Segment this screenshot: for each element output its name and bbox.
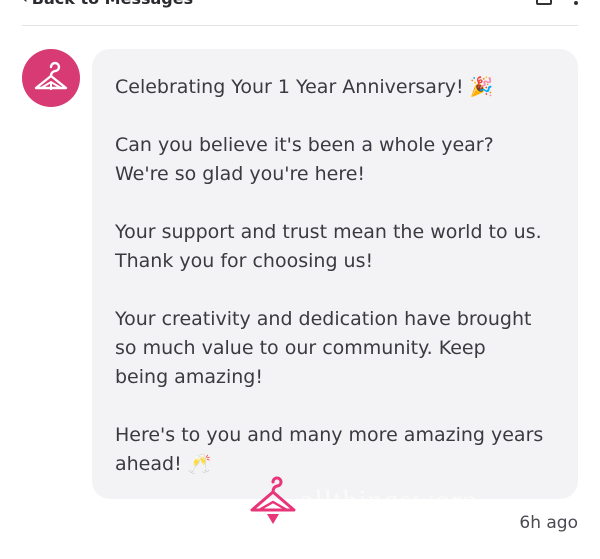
header-divider bbox=[22, 25, 578, 26]
message-line: Your support and trust mean the world to… bbox=[115, 221, 542, 243]
message-line: Your creativity and dedication have brou… bbox=[115, 308, 532, 330]
watermark-text: allthingsworn bbox=[300, 484, 478, 517]
hanger-logo-icon bbox=[34, 61, 68, 90]
chevron-left-icon: ‹ bbox=[22, 0, 28, 7]
message-line: Thank you for choosing us! bbox=[115, 250, 374, 272]
conversation-header: ‹ Back to Messages bbox=[0, 0, 600, 26]
message-line: Celebrating Your 1 Year Anniversary! 🎉 bbox=[115, 76, 494, 98]
back-to-messages-link[interactable]: ‹ Back to Messages bbox=[22, 0, 193, 8]
conversation-view: ‹ Back to Messages Celebrating Your 1 Ye… bbox=[0, 0, 600, 559]
message-bubble: Celebrating Your 1 Year Anniversary! 🎉 C… bbox=[92, 49, 578, 499]
more-vertical-icon[interactable] bbox=[574, 0, 578, 5]
watermark-logo-icon bbox=[250, 476, 296, 524]
message-line: being amazing! bbox=[115, 366, 263, 388]
message-line: Here's to you and many more amazing year… bbox=[115, 424, 544, 446]
compose-icon[interactable] bbox=[536, 0, 552, 5]
header-actions bbox=[536, 0, 578, 5]
message-line: so much value to our community. Keep bbox=[115, 337, 486, 359]
message-line: We're so glad you're here! bbox=[115, 163, 366, 185]
message-line: Can you believe it's been a whole year? bbox=[115, 134, 494, 156]
message-line: ahead! 🥂 bbox=[115, 453, 212, 475]
back-link-label: Back to Messages bbox=[32, 0, 193, 8]
sender-avatar[interactable] bbox=[22, 49, 80, 107]
message-timestamp: 6h ago bbox=[519, 513, 578, 533]
